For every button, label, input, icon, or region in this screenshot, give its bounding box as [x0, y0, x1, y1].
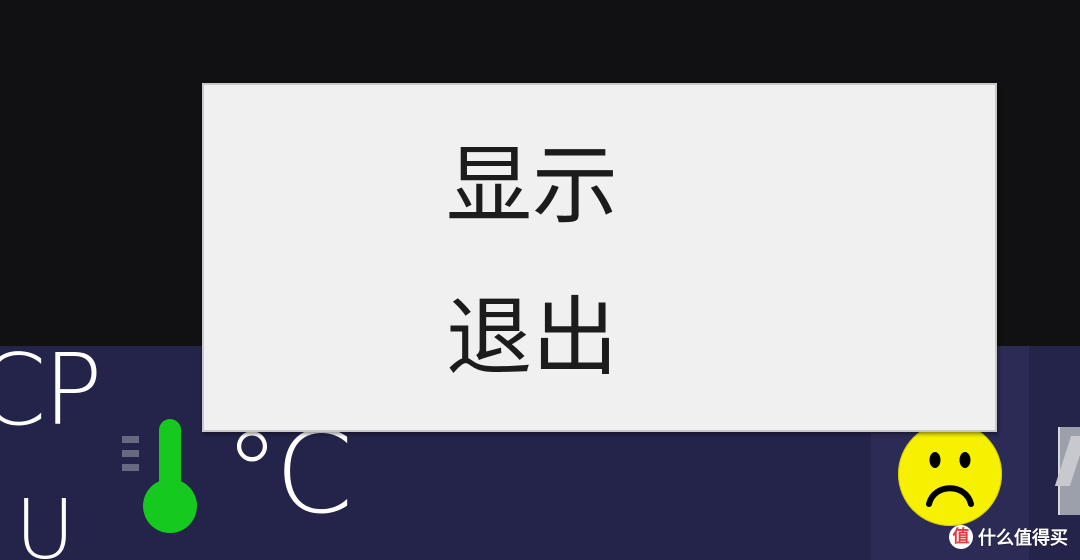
menu-item-show-label: 显示	[446, 136, 618, 236]
cpu-label-continuation: U	[15, 483, 76, 560]
sad-face-icon[interactable]	[898, 422, 1002, 526]
menu-item-exit[interactable]: 退出	[204, 268, 995, 408]
temperature-unit: °C	[224, 409, 353, 539]
cpu-label-fragment: CP	[0, 334, 103, 448]
menu-item-show[interactable]: 显示	[204, 116, 995, 256]
menu-item-exit-label: 退出	[446, 288, 618, 388]
watermark-text: 什么值得买	[978, 528, 1068, 549]
tray-context-menu: 显示 退出	[202, 83, 997, 432]
desktop-screen: CP U °C 显示 退出 值 什么值得买	[0, 0, 1080, 560]
thermometer-icon	[114, 415, 209, 535]
tray-app-icon[interactable]	[1058, 427, 1080, 515]
watermark-logo: 值	[949, 525, 973, 549]
watermark: 值 什么值得买	[949, 524, 1068, 550]
